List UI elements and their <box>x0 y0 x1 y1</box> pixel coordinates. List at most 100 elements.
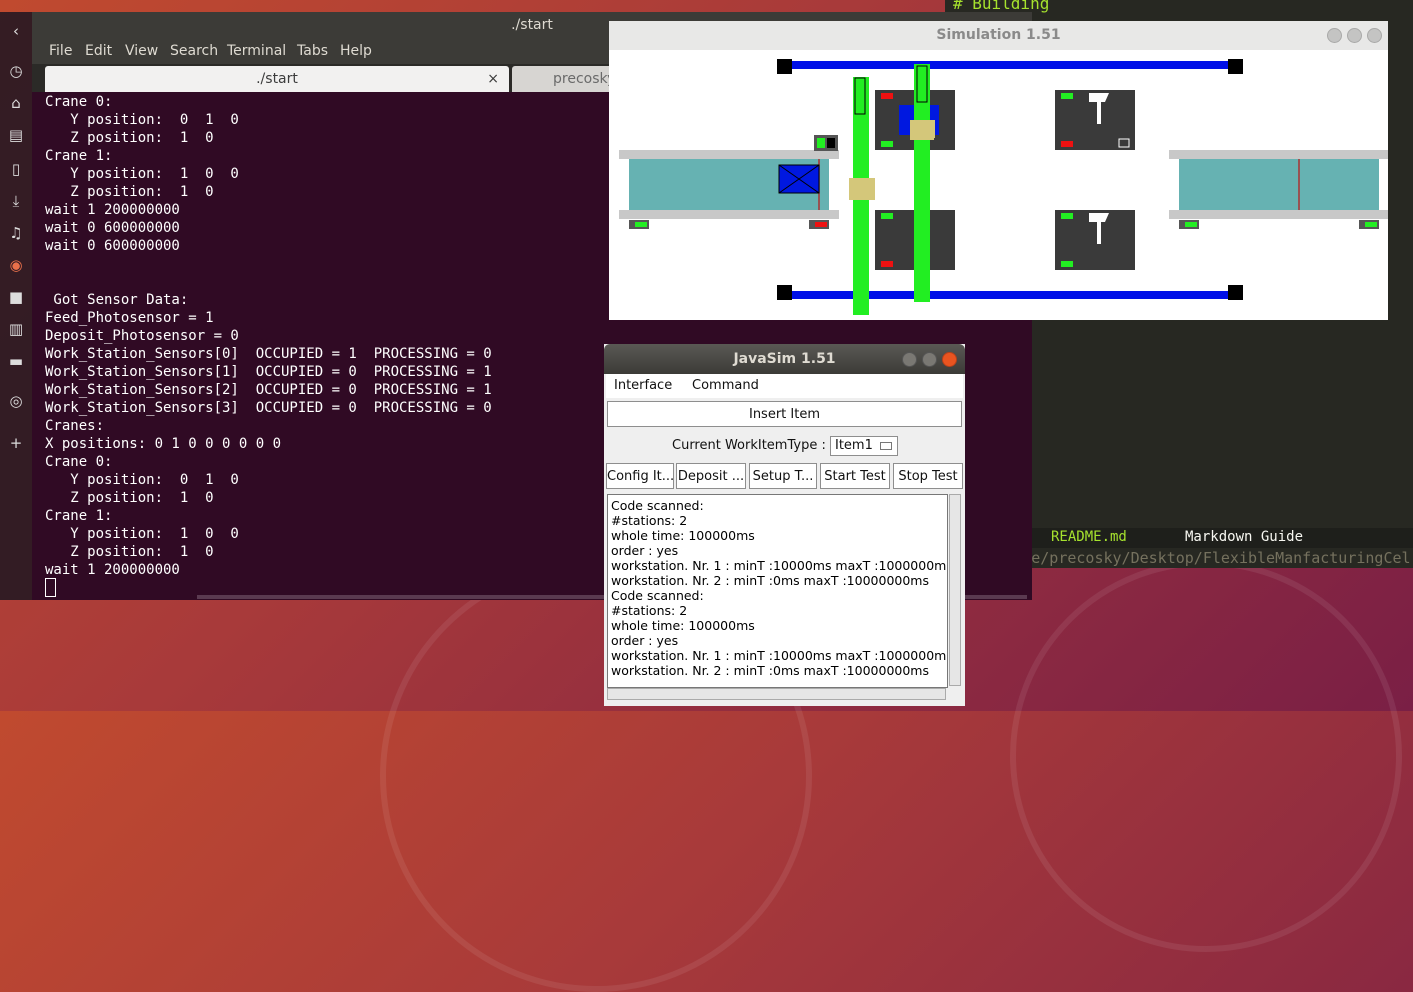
crane-1-gripper <box>916 65 928 103</box>
javasim-window: JavaSim 1.51 Interface Command Insert It… <box>604 344 965 706</box>
log-horizontal-scrollbar[interactable] <box>607 688 946 700</box>
editor-status-mode: Markdown Guide <box>1185 529 1304 545</box>
terminal-line: wait 0 600000000 <box>45 220 180 236</box>
plus-icon[interactable]: + <box>5 432 27 454</box>
dock: ‹ ◷ ⌂ ▤ ▯ ⤓ ♫ ◉ ■ ▥ ▬ ◎ + <box>0 12 32 600</box>
rail-endpoint <box>777 285 792 300</box>
menu-help[interactable]: Help <box>340 43 372 59</box>
start-test-button[interactable]: Start Test <box>820 463 890 489</box>
disc-icon[interactable]: ◎ <box>5 390 27 412</box>
terminal-line: Y position: 1 0 0 <box>45 526 239 542</box>
terminal-line: Work_Station_Sensors[0] OCCUPIED = 1 PRO… <box>45 346 492 362</box>
menu-view[interactable]: View <box>125 43 158 59</box>
terminal-line: Work_Station_Sensors[3] OCCUPIED = 0 PRO… <box>45 400 492 416</box>
editor-status-file: README.md <box>1051 529 1127 545</box>
folder-icon[interactable]: ▤ <box>5 124 27 146</box>
workitem-type-select[interactable]: Item1 <box>830 436 898 456</box>
terminal-line: Got Sensor Data: <box>45 292 189 308</box>
rail-endpoint <box>777 59 792 74</box>
log-line: workstation. Nr. 1 : minT :10000ms maxT … <box>611 648 948 663</box>
log-vertical-scrollbar[interactable] <box>949 494 961 686</box>
log-line: whole time: 100000ms <box>611 618 755 633</box>
video-icon[interactable]: ■ <box>5 286 27 308</box>
terminal-line: wait 0 600000000 <box>45 238 180 254</box>
feed-conveyor-rail <box>619 210 839 219</box>
rail-endpoint <box>1228 285 1243 300</box>
menu-edit[interactable]: Edit <box>85 43 112 59</box>
terminal-line: X positions: 0 1 0 0 0 0 0 0 <box>45 436 282 452</box>
terminal-line: Deposit_Photosensor = 0 <box>45 328 239 344</box>
deposit-conveyor-rail <box>1169 150 1388 159</box>
menu-file[interactable]: File <box>49 43 72 59</box>
log-line: #stations: 2 <box>611 603 688 618</box>
terminal-line: Z position: 1 0 <box>45 184 214 200</box>
deposit-conveyor <box>1179 159 1379 210</box>
stop-test-button[interactable]: Stop Test <box>893 463 963 489</box>
file-icon[interactable]: ▯ <box>5 158 27 180</box>
tab-start-label: ./start <box>256 71 298 87</box>
crane-1-carriage <box>910 120 934 140</box>
log-line: whole time: 100000ms <box>611 528 755 543</box>
close-icon[interactable] <box>942 352 957 367</box>
workitem-type-value: Item1 <box>835 438 873 453</box>
terminal-line: Work_Station_Sensors[1] OCCUPIED = 0 PRO… <box>45 364 492 380</box>
maximize-icon[interactable] <box>1347 28 1362 43</box>
download-icon[interactable]: ⤓ <box>5 190 27 212</box>
terminal-line: Crane 0: <box>45 454 113 470</box>
maximize-icon[interactable] <box>922 352 937 367</box>
camera-icon[interactable]: ◉ <box>5 254 27 276</box>
minimize-icon[interactable] <box>902 352 917 367</box>
simulation-title: Simulation 1.51 <box>609 21 1388 50</box>
terminal-line: Y position: 0 1 0 <box>45 472 239 488</box>
log-line: order : yes <box>611 543 679 558</box>
tab-close-icon[interactable]: × <box>487 66 499 92</box>
clock-icon[interactable]: ◷ <box>5 60 27 82</box>
log-line: workstation. Nr. 2 : minT :0ms maxT :100… <box>611 663 929 678</box>
terminal-line: wait 1 200000000 <box>45 202 180 218</box>
tab-start[interactable]: ./start × <box>45 66 509 92</box>
feed-conveyor-rail <box>619 150 839 159</box>
drive-icon[interactable]: ▬ <box>5 350 27 372</box>
log-line: workstation. Nr. 1 : minT :10000ms maxT … <box>611 558 948 573</box>
tab-precosky-label: precosky <box>553 71 616 87</box>
deposit-conveyor-rail <box>1169 210 1388 219</box>
rail-endpoint <box>1228 59 1243 74</box>
top-rail <box>785 61 1231 69</box>
javasim-log[interactable]: Code scanned: #stations: 2 whole time: 100… <box>607 494 948 688</box>
menu-interface[interactable]: Interface <box>614 378 672 393</box>
terminal-cursor <box>45 578 56 597</box>
terminal-line: Z position: 1 0 <box>45 130 214 146</box>
menu-terminal[interactable]: Terminal <box>227 43 286 59</box>
terminal-line: Work_Station_Sensors[2] OCCUPIED = 0 PRO… <box>45 382 492 398</box>
config-item-button[interactable]: Config It... <box>606 463 674 489</box>
terminal-line: wait 1 200000000 <box>45 562 180 578</box>
terminal-line: Crane 1: <box>45 508 113 524</box>
bottom-rail <box>785 291 1231 299</box>
back-icon[interactable]: ‹ <box>5 20 27 42</box>
terminal-line: Feed_Photosensor = 1 <box>45 310 214 326</box>
wallpaper-ring <box>1010 560 1402 952</box>
insert-item-button[interactable]: Insert Item <box>607 401 962 427</box>
minimize-icon[interactable] <box>1327 28 1342 43</box>
log-line: order : yes <box>611 633 679 648</box>
close-icon[interactable] <box>1367 28 1382 43</box>
dropdown-icon <box>880 442 892 450</box>
deposit-button[interactable]: Deposit ... <box>676 463 746 489</box>
terminal-line: Cranes: <box>45 418 105 434</box>
simulation-window: Simulation 1.51 <box>609 21 1388 320</box>
log-line: Code scanned: <box>611 498 704 513</box>
simulation-scene <box>619 59 1388 315</box>
log-line: Code scanned: <box>611 588 704 603</box>
simulation-canvas[interactable] <box>609 50 1388 320</box>
home-icon[interactable]: ⌂ <box>5 92 27 114</box>
trash-icon[interactable]: ▥ <box>5 318 27 340</box>
javasim-menubar: Interface Command <box>606 374 963 398</box>
crane-0-gripper <box>854 77 866 115</box>
music-icon[interactable]: ♫ <box>5 222 27 244</box>
menu-search[interactable]: Search <box>170 43 218 59</box>
menu-tabs[interactable]: Tabs <box>297 43 328 59</box>
terminal-line: Y position: 1 0 0 <box>45 166 239 182</box>
setup-test-button[interactable]: Setup T... <box>749 463 817 489</box>
menu-command[interactable]: Command <box>692 378 759 393</box>
log-line: workstation. Nr. 2 : minT :0ms maxT :100… <box>611 573 929 588</box>
